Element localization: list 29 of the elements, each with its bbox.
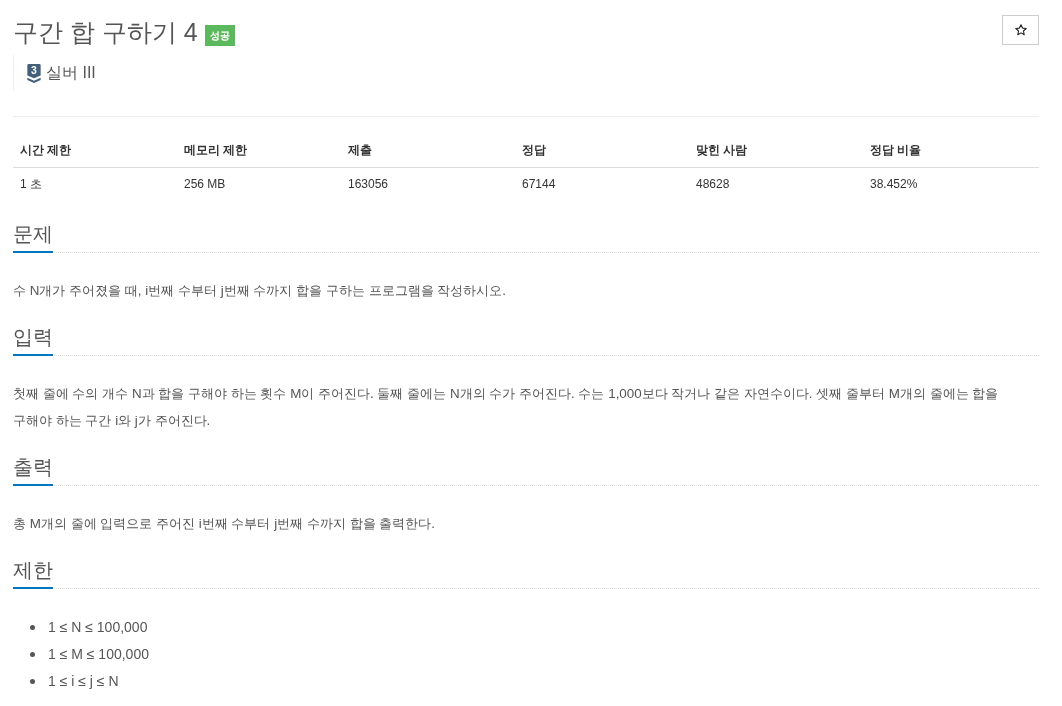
table-cell: 256 MB (177, 167, 341, 201)
constraint-text: 1 ≤ N ≤ 100,000 (48, 618, 148, 637)
bullet-icon (30, 625, 35, 630)
column-header: 메모리 제한 (177, 134, 341, 168)
tier-label: 실버 III (46, 63, 96, 83)
section-text: 총 M개의 줄에 입력으로 주어진 i번째 수부터 j번째 수까지 합을 출력한다. (13, 515, 437, 533)
section-text: 첫째 줄에 수의 개수 N과 합을 구해야 하는 횟수 M이 주어진다. 둘째 줄에는 N개의 수가 주어진다. 수는 1,000보다 작거나 같은 자연수이다. 셋째 줄부터 M개의 줄에는 합을 구해야 하는 구간 i와 j가 주어진다. (13, 385, 1000, 430)
table-cell: 163056 (341, 167, 515, 201)
column-header: 정답 (515, 134, 689, 168)
bullet-icon (30, 652, 35, 657)
column-header: 정답 비율 (863, 134, 1039, 168)
column-header: 맞힌 사람 (689, 134, 863, 168)
section-heading: 입력 (13, 323, 53, 356)
section-heading: 출력 (13, 453, 53, 486)
section-heading: 문제 (13, 220, 53, 253)
table-cell: 67144 (515, 167, 689, 201)
section-text: 수 N개가 주어졌을 때, i번째 수부터 j번째 수까지 합을 구하는 프로그램을 작성하시오. (13, 282, 507, 300)
constraint-text: 1 ≤ M ≤ 100,000 (48, 645, 149, 664)
constraint-text: 1 ≤ i ≤ j ≤ N (48, 672, 119, 691)
favorite-button[interactable] (1002, 15, 1039, 45)
problem-title: 구간 합 구하기 4 (13, 17, 198, 48)
column-header: 시간 제한 (13, 134, 177, 168)
table-cell: 38.452% (863, 167, 1039, 201)
section-heading: 제한 (13, 556, 53, 589)
table-cell: 48628 (689, 167, 863, 201)
result-badge: 성공 (204, 24, 235, 46)
bullet-icon (30, 679, 35, 684)
table-cell: 1 초 (13, 167, 177, 201)
column-header: 제출 (341, 134, 515, 168)
